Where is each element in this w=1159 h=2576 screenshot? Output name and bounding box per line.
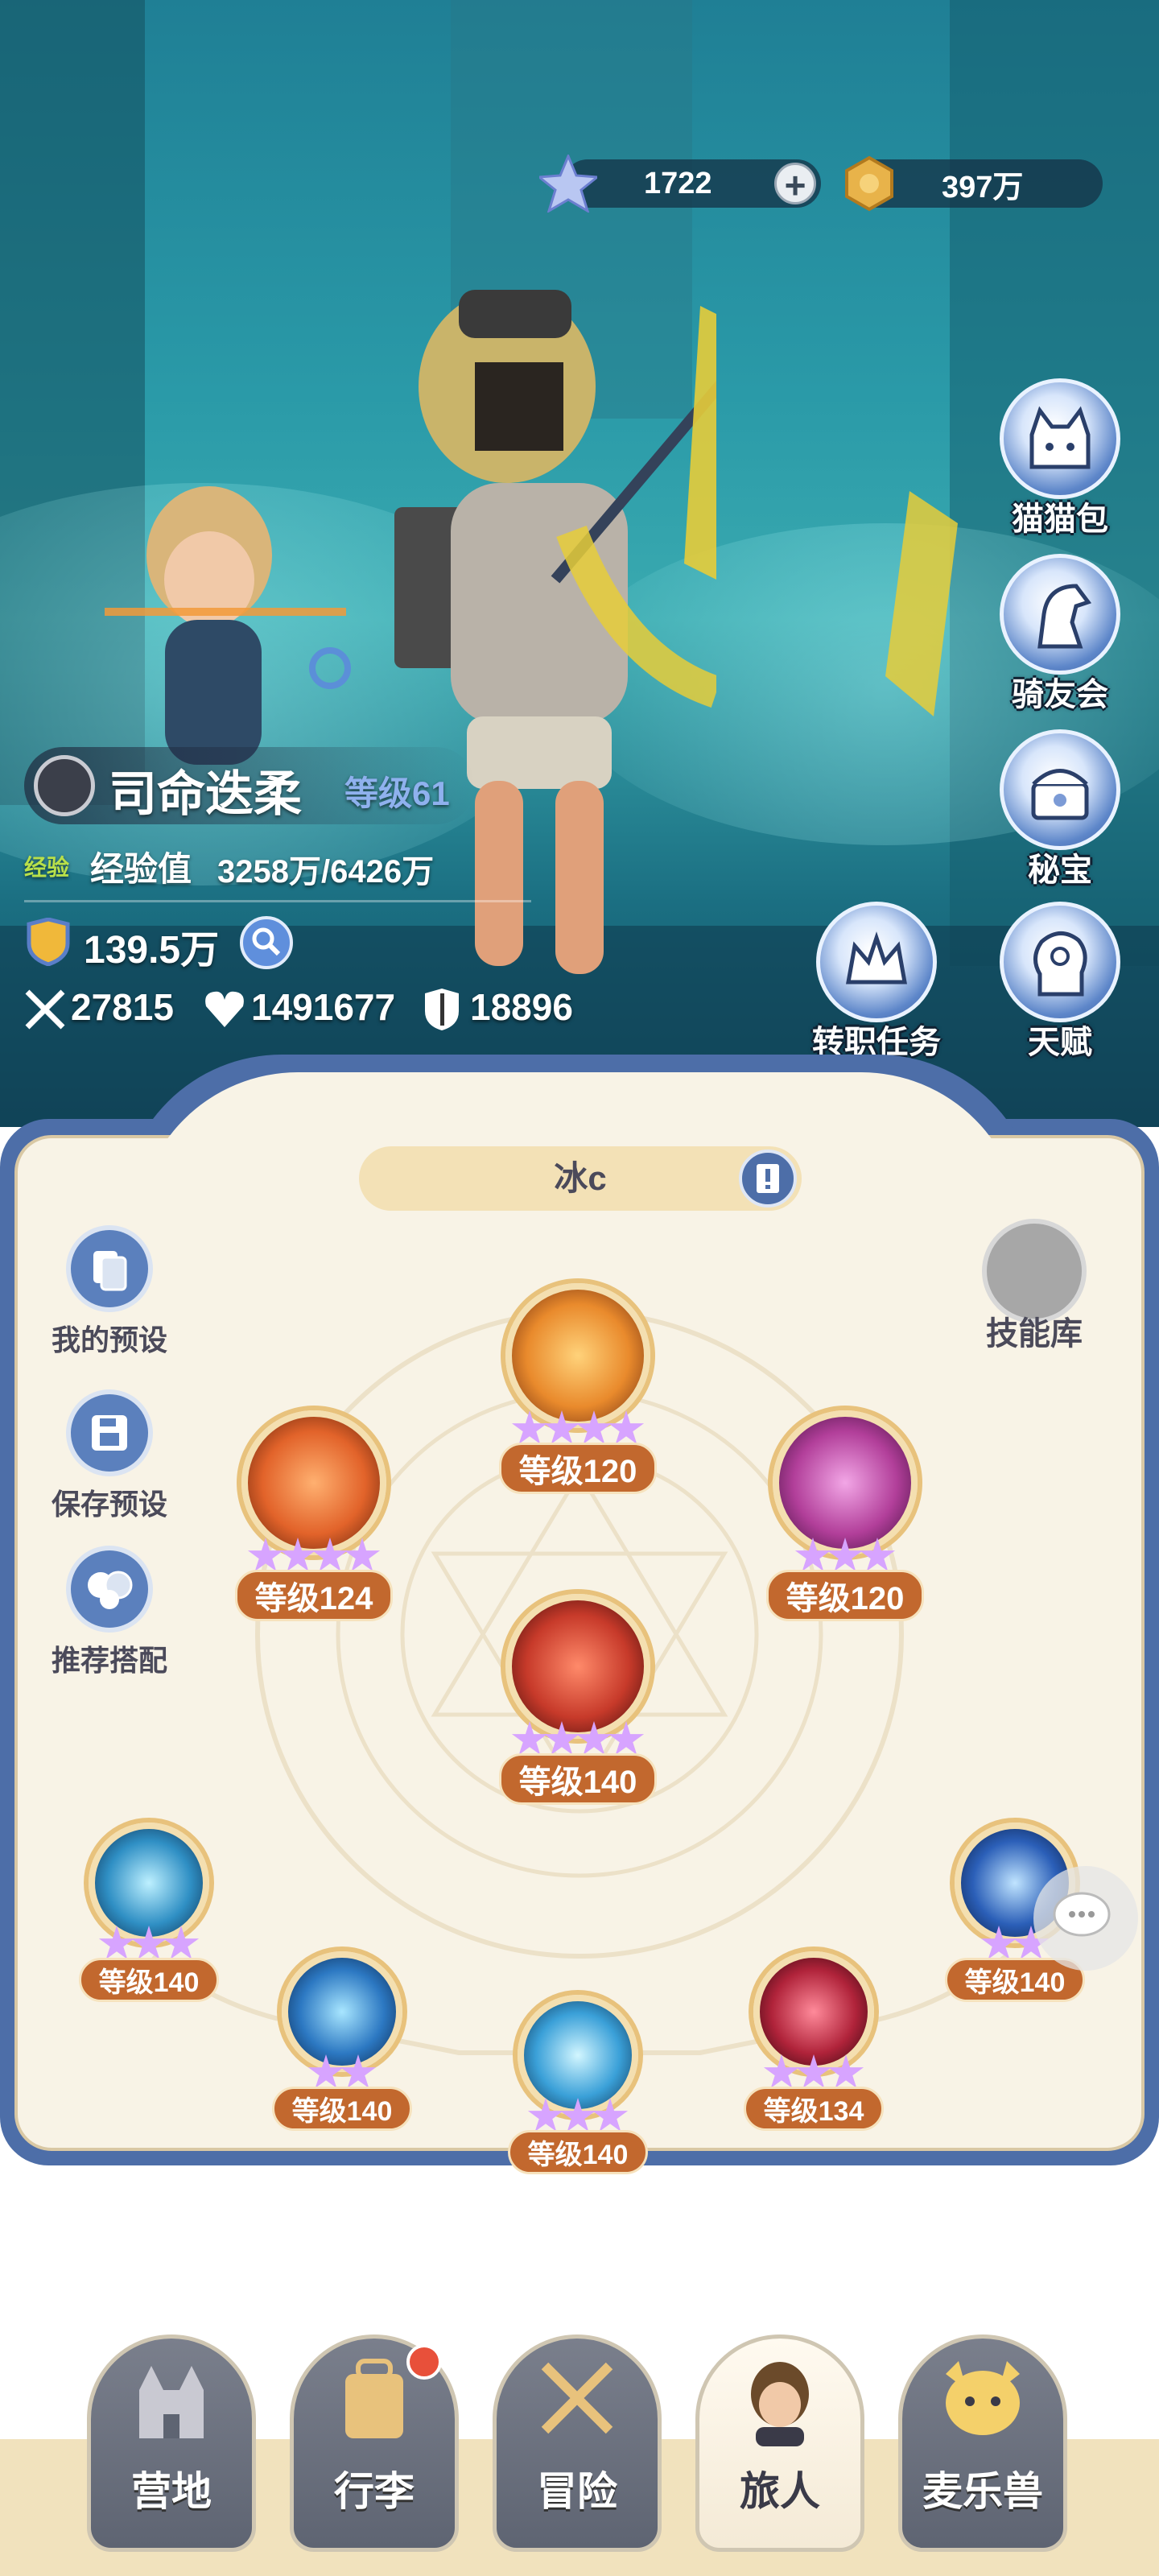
chat-bubble-icon — [1053, 1892, 1111, 1937]
treasure-label: 秘宝 — [1028, 852, 1092, 888]
recommend-label: 推荐搭配 — [51, 1644, 167, 1677]
character-level: 等级61 — [344, 774, 450, 812]
hp-value: 1491677 — [251, 986, 396, 1028]
skill-level: 等级120 — [498, 1443, 658, 1494]
class-emblem-icon — [34, 755, 95, 816]
nav-adventure[interactable]: 冒险 — [493, 2334, 662, 2552]
cat-bag-button[interactable]: 猫猫包 — [992, 378, 1128, 539]
skill-book-button[interactable] — [739, 1150, 797, 1208]
skill-slot[interactable]: 等级120 — [481, 1283, 674, 1494]
treasure-chest-icon — [1031, 769, 1089, 820]
bottom-navigation: 营地 行李 冒险 旅人 麦乐兽 — [0, 2310, 1159, 2576]
power-shield-icon — [24, 917, 72, 967]
book-icon — [757, 1164, 779, 1193]
skill-slot[interactable]: 等级140 — [481, 1594, 674, 1805]
job-quest-button[interactable]: 转职任务 — [808, 902, 945, 1063]
main-character — [394, 290, 716, 974]
skill-slot[interactable]: 等级140 — [501, 1995, 654, 2174]
defense-shield-icon — [422, 987, 462, 1036]
preset-name-tab[interactable]: 冰c — [359, 1146, 802, 1211]
riding-club-button[interactable]: 骑友会 — [992, 554, 1128, 715]
skill-slot[interactable]: 等级120 — [749, 1410, 942, 1621]
horse-icon — [1037, 584, 1092, 649]
save-preset-button[interactable]: 保存预设 — [37, 1389, 182, 1523]
nav-luggage-label: 行李 — [334, 2469, 415, 2514]
attack-value: 27815 — [71, 986, 174, 1028]
combat-power: 139.5万 — [84, 929, 220, 972]
hp-heart-icon — [203, 989, 246, 1033]
skill-level: 等级140 — [498, 1753, 658, 1805]
recommend-icon — [88, 1571, 133, 1609]
cat-bag-icon — [1029, 406, 1091, 469]
skill-icon — [773, 1410, 918, 1555]
save-icon — [92, 1415, 127, 1451]
exp-divider — [24, 900, 531, 902]
nav-pet-label: 麦乐兽 — [922, 2469, 1043, 2514]
gold-coin-icon — [840, 155, 898, 213]
pet-face-icon — [946, 2361, 1020, 2435]
traveler-avatar-icon — [751, 2362, 809, 2446]
cat-bag-label: 猫猫包 — [1012, 502, 1108, 537]
search-icon — [252, 927, 281, 956]
skill-slot[interactable]: 等级140 — [266, 1951, 419, 2131]
my-presets-label: 我的预设 — [51, 1323, 167, 1356]
exp-value: 3258万/6426万 — [217, 854, 435, 890]
skill-level: 等级120 — [765, 1570, 925, 1621]
gold-currency: 397万 — [845, 155, 1103, 212]
add-star-button[interactable]: + — [774, 163, 816, 205]
skill-level: 等级124 — [234, 1570, 394, 1621]
character-name: 司命迭柔 — [109, 767, 302, 821]
nav-pet[interactable]: 麦乐兽 — [898, 2334, 1067, 2552]
skill-icon — [241, 1410, 386, 1555]
star-currency: 1722 + — [536, 153, 821, 214]
nav-camp[interactable]: 营地 — [87, 2334, 256, 2552]
skill-level: 等级140 — [271, 2087, 413, 2131]
skill-level: 等级140 — [507, 2130, 649, 2174]
gold-currency-value: 397万 — [942, 170, 1024, 204]
skill-icon — [505, 1594, 650, 1739]
brain-head-icon — [1033, 931, 1087, 997]
skill-slot[interactable]: 等级124 — [217, 1410, 410, 1621]
skill-library-label: 技能库 — [986, 1316, 1083, 1352]
nav-adventure-label: 冒险 — [537, 2469, 617, 2514]
skill-slot[interactable]: 等级140 — [72, 1823, 225, 2002]
skill-level: 等级140 — [78, 1958, 220, 2002]
exp-label: 经验值 — [90, 850, 192, 888]
my-presets-button[interactable]: 我的预设 — [37, 1225, 182, 1359]
castle-icon — [139, 2366, 204, 2438]
riding-club-label: 骑友会 — [1012, 677, 1108, 712]
treasure-button[interactable]: 秘宝 — [992, 729, 1128, 890]
exp-badge: 经验 — [24, 855, 70, 880]
nav-traveler-label: 旅人 — [740, 2469, 820, 2514]
save-preset-label: 保存预设 — [51, 1488, 167, 1521]
crown-icon — [846, 931, 907, 985]
skill-library-button[interactable]: 技能库 — [966, 1219, 1103, 1354]
chat-float-button[interactable] — [1033, 1866, 1138, 1971]
power-search-button[interactable] — [240, 916, 293, 969]
talent-button[interactable]: 天赋 — [992, 902, 1128, 1063]
nav-traveler[interactable]: 旅人 — [695, 2334, 864, 2552]
recommend-button[interactable]: 推荐搭配 — [37, 1546, 182, 1679]
star-crystal-icon — [536, 153, 600, 214]
nav-camp-label: 营地 — [131, 2469, 212, 2514]
star-currency-value: 1722 — [644, 166, 712, 200]
golden-shard — [885, 491, 958, 716]
preset-cards-icon — [93, 1251, 127, 1291]
skill-icon — [505, 1283, 650, 1428]
notification-dot — [406, 2344, 442, 2380]
crossed-swords-icon — [541, 2362, 613, 2434]
defense-value: 18896 — [470, 986, 573, 1028]
attack-icon — [23, 987, 68, 1036]
skill-level: 等级134 — [743, 2087, 885, 2131]
skill-slot[interactable]: 等级134 — [737, 1951, 890, 2131]
